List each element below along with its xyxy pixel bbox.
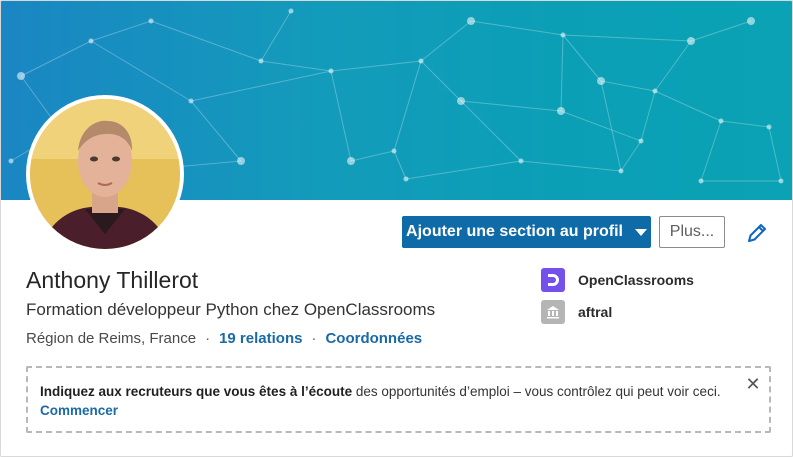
profile-card: Ajouter une section au profil Plus... An…: [0, 0, 793, 457]
profile-location-row: Région de Reims, France · 19 relations ·…: [26, 330, 422, 347]
org-name: aftral: [578, 304, 613, 320]
start-link[interactable]: Commencer: [40, 401, 740, 420]
caret-down-icon: [634, 228, 647, 236]
avatar-photo: [30, 99, 180, 249]
pencil-icon[interactable]: [745, 221, 769, 245]
profile-headline: Formation développeur Python chez OpenCl…: [26, 300, 436, 319]
org-openclassrooms[interactable]: OpenClassrooms: [541, 268, 694, 292]
org-aftral[interactable]: aftral: [541, 300, 612, 324]
contact-info-link[interactable]: Coordonnées: [325, 330, 422, 347]
add-profile-section-button[interactable]: Ajouter une section au profil: [402, 216, 651, 248]
separator: ·: [205, 330, 211, 347]
add-profile-section-label: Ajouter une section au profil: [406, 223, 623, 240]
notice-text: Indiquez aux recruteurs que vous êtes à …: [40, 382, 740, 420]
separator: ·: [311, 330, 317, 347]
open-to-work-notice: Indiquez aux recruteurs que vous êtes à …: [26, 366, 771, 433]
more-button[interactable]: Plus...: [659, 216, 725, 248]
openclassrooms-logo: [541, 268, 565, 292]
profile-name: Anthony Thillerot: [26, 267, 199, 293]
org-name: OpenClassrooms: [578, 272, 694, 288]
close-icon[interactable]: ✕: [745, 375, 761, 393]
notice-bold-text: Indiquez aux recruteurs que vous êtes à …: [40, 384, 353, 399]
profile-location: Région de Reims, France: [26, 330, 197, 347]
avatar[interactable]: [26, 95, 184, 253]
relations-link[interactable]: 19 relations: [219, 330, 302, 347]
building-icon: [541, 300, 565, 324]
notice-body-text: des opportunités d’emploi – vous contrôl…: [352, 384, 721, 399]
